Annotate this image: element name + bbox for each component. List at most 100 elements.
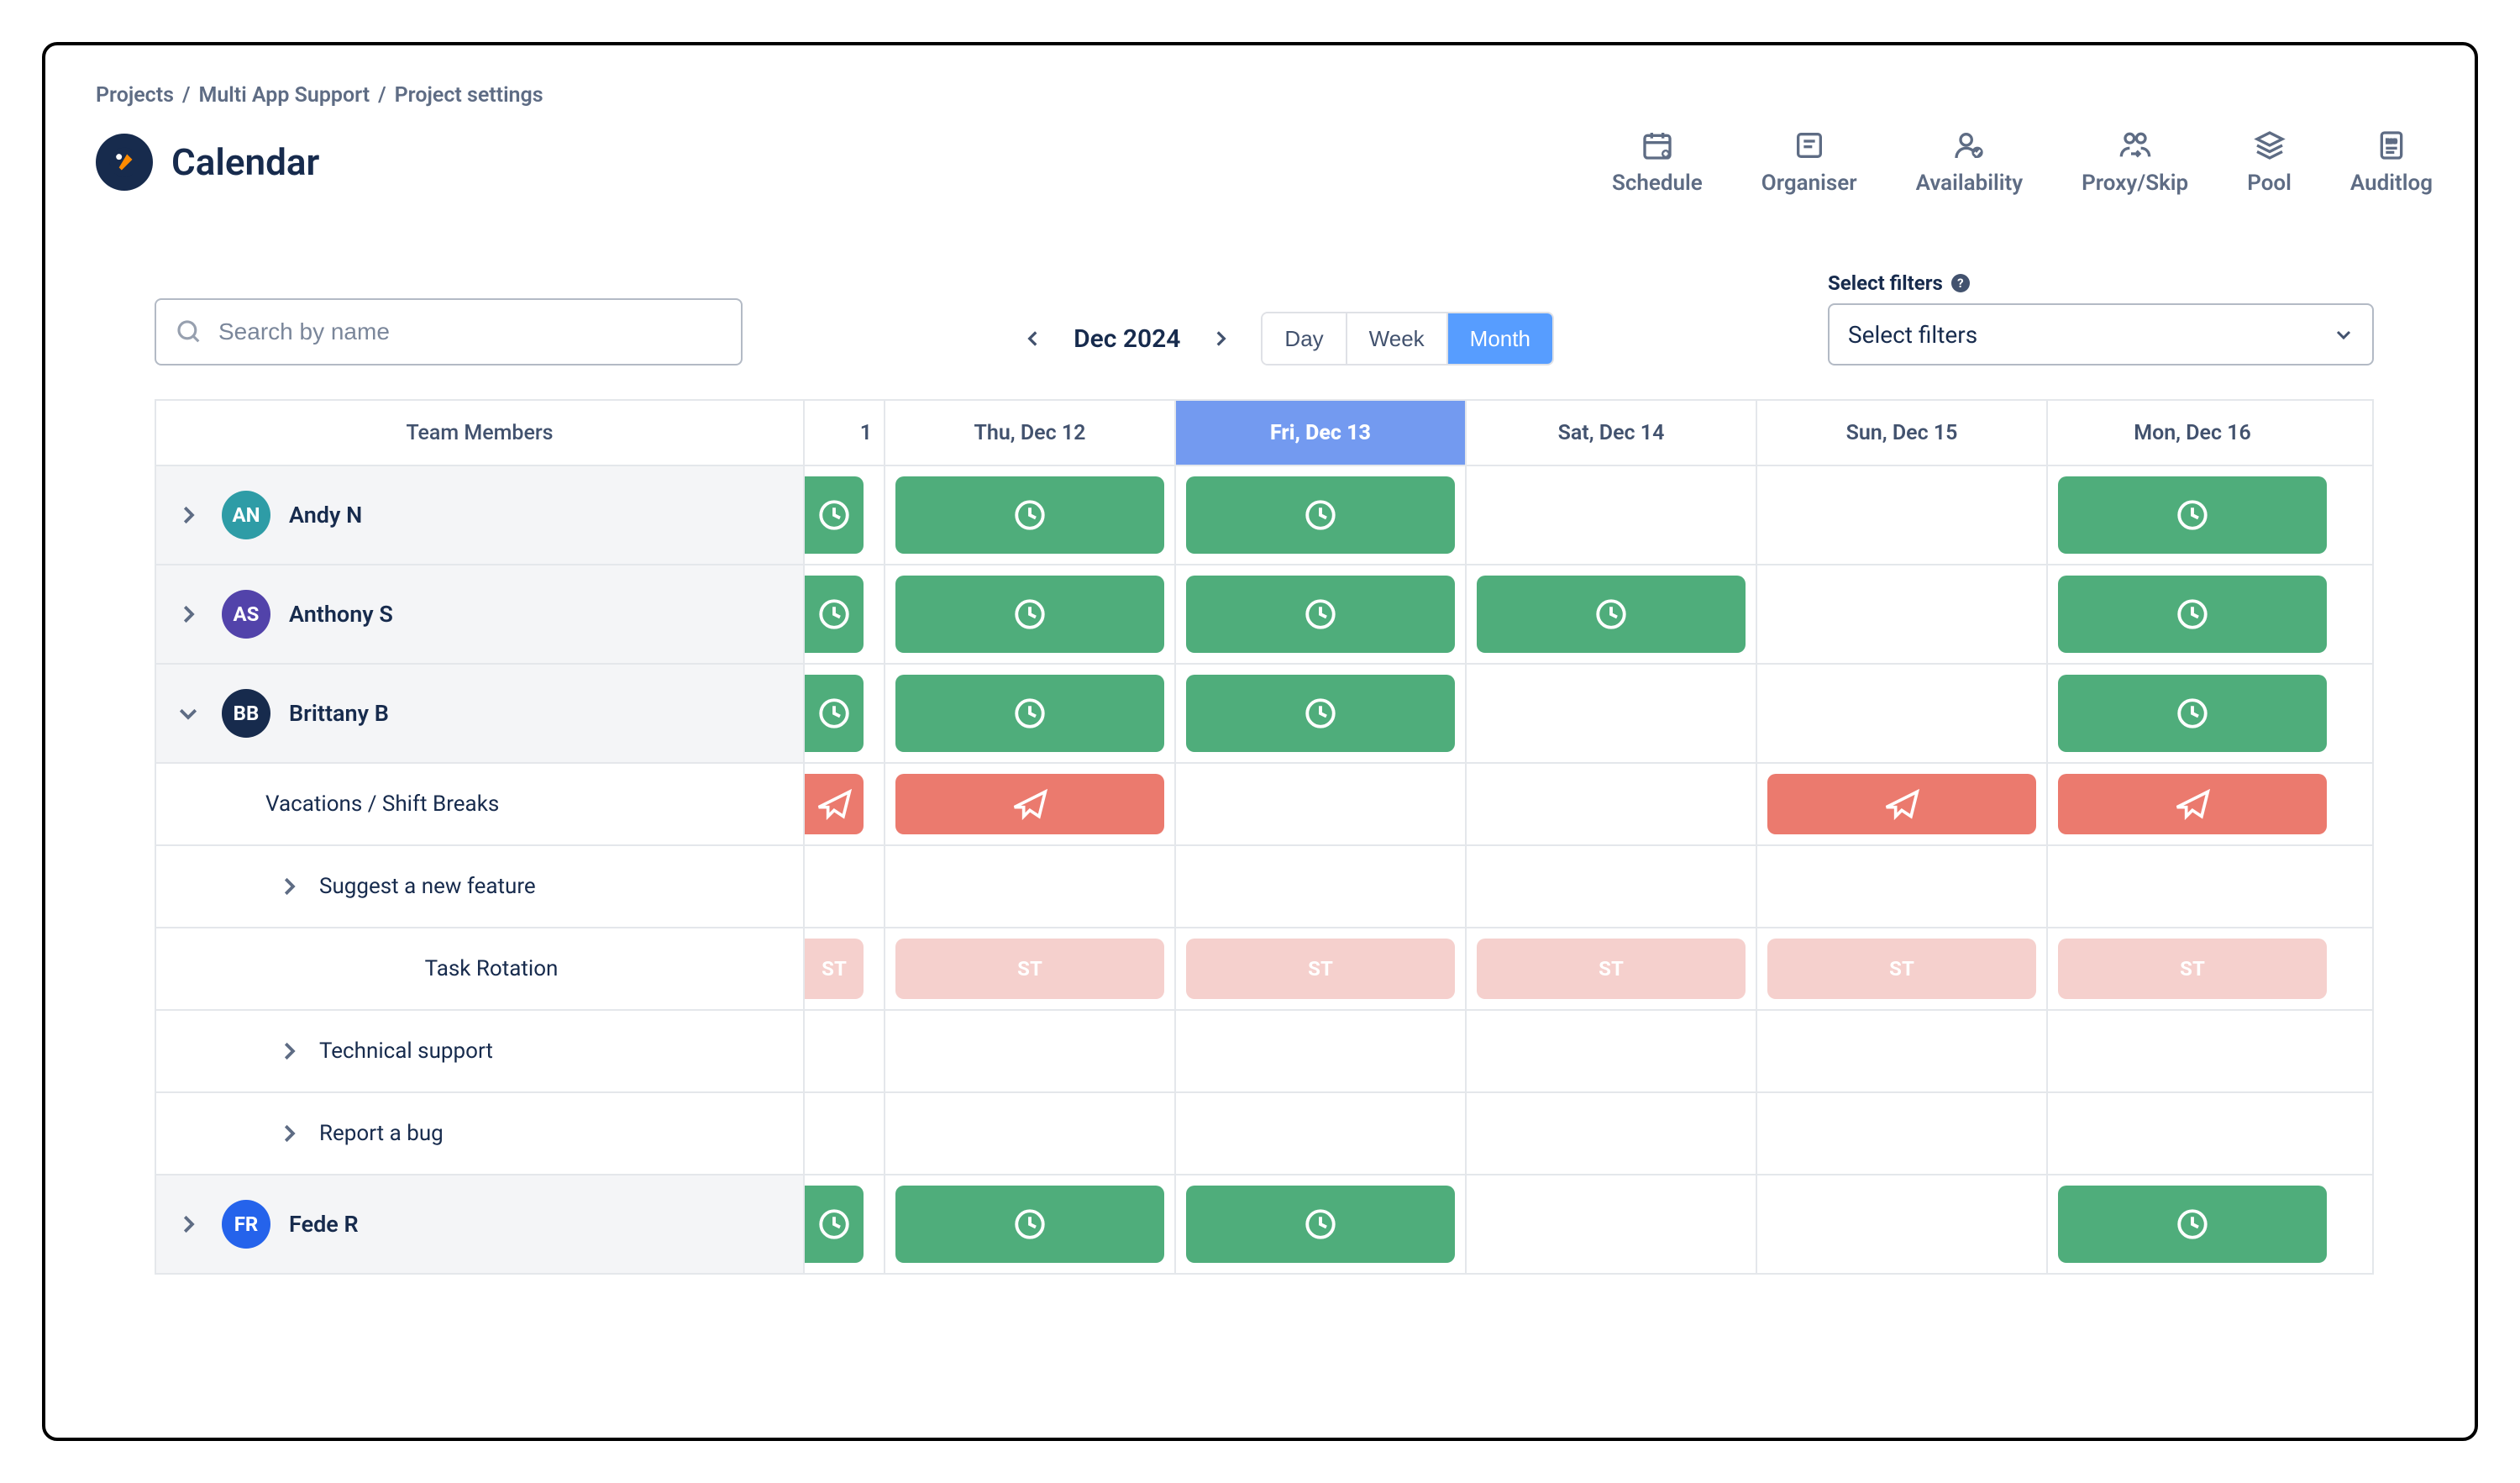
slot-cell: ST	[1174, 928, 1465, 1009]
green-chip[interactable]	[1186, 1186, 1455, 1263]
breadcrumb-link[interactable]: Multi App Support	[198, 83, 370, 108]
expand-toggle[interactable]	[173, 698, 203, 728]
schedule-icon	[1641, 129, 1674, 162]
slot-cell	[1465, 764, 1756, 844]
slot-cell	[803, 466, 884, 564]
day-header[interactable]: Mon, Dec 16	[2046, 401, 2337, 465]
green-chip[interactable]	[1186, 675, 1455, 752]
pink-chip[interactable]: ST	[2058, 939, 2327, 999]
auditlog-icon: LOG	[2375, 129, 2408, 162]
slot-cell	[1465, 846, 1756, 927]
green-chip[interactable]	[2058, 675, 2327, 752]
green-chip[interactable]	[895, 576, 1164, 653]
pink-chip[interactable]: ST	[1767, 939, 2036, 999]
view-week-button[interactable]: Week	[1347, 313, 1448, 364]
tab-label: Pool	[2247, 171, 2292, 196]
slot-cell	[884, 1011, 1174, 1091]
view-toggle: Day Week Month	[1261, 312, 1554, 365]
tab-schedule[interactable]: Schedule	[1612, 129, 1703, 196]
pink-chip[interactable]: ST	[1186, 939, 1455, 999]
slot-cell	[1756, 466, 2046, 564]
pink-chip[interactable]: ST	[805, 939, 864, 999]
pink-chip[interactable]: ST	[895, 939, 1164, 999]
slot-cell	[1465, 1093, 1756, 1174]
slot-cell	[803, 665, 884, 762]
green-chip[interactable]	[805, 1186, 864, 1263]
next-month-button[interactable]	[1204, 322, 1237, 355]
slot-cell	[1465, 665, 1756, 762]
slot-cell	[1465, 1011, 1756, 1091]
subrow-label: Technical support	[319, 1039, 493, 1064]
green-chip[interactable]	[1477, 576, 1746, 653]
green-chip[interactable]	[895, 675, 1164, 752]
availability-icon	[1952, 129, 1986, 162]
green-chip[interactable]	[805, 476, 864, 554]
slot-cell	[884, 764, 1174, 844]
green-chip[interactable]	[2058, 1186, 2327, 1263]
member-row: AN Andy N	[155, 466, 803, 564]
day-header[interactable]: Fri, Dec 13	[1174, 401, 1465, 465]
green-chip[interactable]	[1186, 476, 1455, 554]
expand-toggle[interactable]	[274, 1036, 304, 1066]
tab-label: Organiser	[1761, 171, 1857, 196]
green-chip[interactable]	[1186, 576, 1455, 653]
member-name: Fede R	[289, 1211, 359, 1238]
filters-label: Select filters ?	[1828, 271, 2374, 295]
expand-toggle[interactable]	[173, 500, 203, 530]
green-chip[interactable]	[895, 476, 1164, 554]
slot-cell	[884, 846, 1174, 927]
day-header[interactable]: Sun, Dec 15	[1756, 401, 2046, 465]
subrow-label: Vacations / Shift Breaks	[265, 791, 499, 817]
day-header[interactable]: Thu, Dec 12	[884, 401, 1174, 465]
slot-cell	[2046, 565, 2337, 663]
view-day-button[interactable]: Day	[1263, 313, 1347, 364]
prev-day-stub: 1	[803, 401, 884, 465]
tab-label: Schedule	[1612, 171, 1703, 196]
avatar[interactable]: AS	[222, 590, 270, 639]
subrow: Technical support	[155, 1011, 803, 1091]
pink-chip[interactable]: ST	[1477, 939, 1746, 999]
expand-toggle[interactable]	[274, 1118, 304, 1149]
prev-month-button[interactable]	[1016, 322, 1050, 355]
help-icon[interactable]: ?	[1951, 274, 1970, 292]
tab-proxyskip[interactable]: Proxy/Skip	[2082, 129, 2188, 196]
subrow-label: Report a bug	[319, 1121, 444, 1146]
breadcrumb-link[interactable]: Project settings	[395, 83, 543, 108]
day-header[interactable]: Sat, Dec 14	[1465, 401, 1756, 465]
tab-organiser[interactable]: Organiser	[1761, 129, 1857, 196]
tab-availability[interactable]: Availability	[1916, 129, 2024, 196]
tab-pool[interactable]: Pool	[2247, 129, 2292, 196]
slot-cell	[2046, 1011, 2337, 1091]
green-chip[interactable]	[2058, 576, 2327, 653]
member-name: Andy N	[289, 502, 362, 529]
breadcrumb: Projects / Multi App Support / Project s…	[96, 83, 2433, 108]
expand-toggle[interactable]	[173, 599, 203, 629]
avatar[interactable]: FR	[222, 1200, 270, 1249]
red-chip[interactable]	[895, 774, 1164, 834]
svg-text:LOG: LOG	[2386, 139, 2397, 145]
tab-auditlog[interactable]: LOGAuditlog	[2350, 129, 2433, 196]
member-row: BB Brittany B	[155, 665, 803, 762]
search-box[interactable]	[155, 298, 743, 365]
green-chip[interactable]	[2058, 476, 2327, 554]
expand-toggle[interactable]	[274, 871, 304, 902]
slot-cell	[1756, 846, 2046, 927]
breadcrumb-link[interactable]: Projects	[96, 83, 174, 108]
red-chip[interactable]	[805, 774, 864, 834]
search-input[interactable]	[218, 318, 722, 345]
slot-cell	[884, 1093, 1174, 1174]
green-chip[interactable]	[895, 1186, 1164, 1263]
red-chip[interactable]	[2058, 774, 2327, 834]
organiser-icon	[1793, 129, 1826, 162]
green-chip[interactable]	[805, 675, 864, 752]
avatar[interactable]: AN	[222, 491, 270, 539]
subrow: Suggest a new feature	[155, 846, 803, 927]
view-month-button[interactable]: Month	[1448, 313, 1552, 364]
slot-cell	[1174, 764, 1465, 844]
green-chip[interactable]	[805, 576, 864, 653]
expand-toggle[interactable]	[173, 1209, 203, 1239]
red-chip[interactable]	[1767, 774, 2036, 834]
avatar[interactable]: BB	[222, 689, 270, 738]
slot-cell	[803, 1011, 884, 1091]
filters-select[interactable]: Select filters	[1828, 303, 2374, 365]
